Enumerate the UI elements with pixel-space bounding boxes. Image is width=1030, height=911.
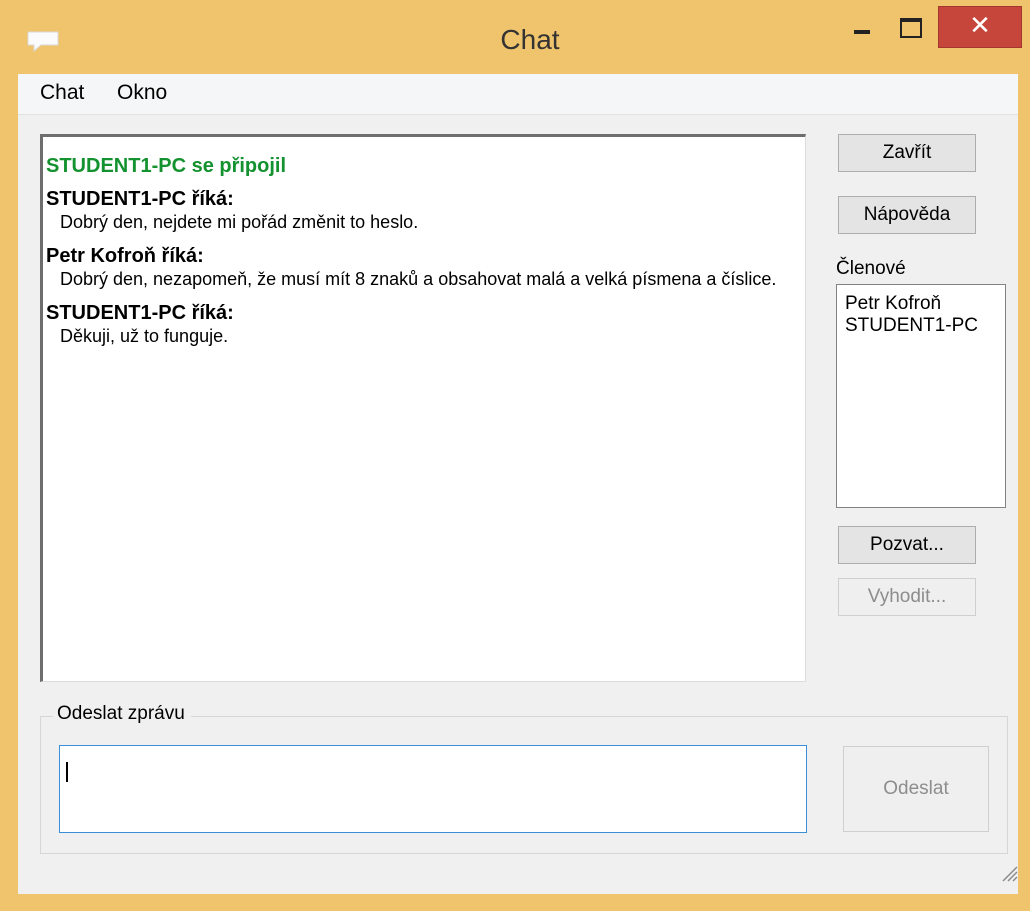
maximize-icon bbox=[900, 18, 922, 38]
menu-chat[interactable]: Chat bbox=[40, 81, 84, 105]
minimize-button[interactable] bbox=[838, 6, 884, 48]
maximize-button[interactable] bbox=[886, 6, 932, 48]
members-list[interactable]: Petr Kofroň STUDENT1-PC bbox=[836, 284, 1006, 508]
chat-message: STUDENT1-PC říká: Děkuji, už to funguje. bbox=[46, 302, 805, 347]
close-icon: ✕ bbox=[969, 11, 991, 41]
message-sender: STUDENT1-PC říká: bbox=[46, 302, 234, 324]
resize-grip-icon[interactable] bbox=[1000, 864, 1018, 882]
message-text: Děkuji, už to funguje. bbox=[60, 326, 229, 346]
send-button[interactable]: Odeslat bbox=[843, 746, 989, 832]
message-sender: STUDENT1-PC říká: bbox=[46, 188, 234, 210]
menu-okno[interactable]: Okno bbox=[117, 81, 167, 105]
chat-message: Petr Kofroň říká: Dobrý den, nezapomeň, … bbox=[46, 245, 805, 290]
chat-log[interactable]: STUDENT1-PC se připojil STUDENT1-PC říká… bbox=[40, 134, 806, 682]
text-caret bbox=[66, 762, 68, 782]
system-message: STUDENT1-PC se připojil bbox=[46, 155, 287, 177]
invite-button[interactable]: Pozvat... bbox=[838, 526, 976, 564]
client-area: Chat Okno STUDENT1-PC se připojil STUDEN… bbox=[18, 74, 1018, 894]
send-message-group: Odeslat zprávu Odeslat bbox=[40, 703, 1008, 854]
kick-button[interactable]: Vyhodit... bbox=[838, 578, 976, 616]
help-button[interactable]: Nápověda bbox=[838, 196, 976, 234]
message-input[interactable] bbox=[59, 745, 807, 833]
close-chat-button[interactable]: Zavřít bbox=[838, 134, 976, 172]
chat-window: Chat ✕ Chat Okno STUDENT1-PC se připojil… bbox=[0, 0, 1030, 911]
message-sender: Petr Kofroň říká: bbox=[46, 245, 204, 267]
message-text: Dobrý den, nejdete mi pořád změnit to he… bbox=[60, 212, 419, 232]
minimize-icon bbox=[854, 30, 870, 34]
menu-bar: Chat Okno bbox=[18, 74, 1018, 115]
send-message-label: Odeslat zprávu bbox=[53, 703, 191, 725]
member-item[interactable]: STUDENT1-PC bbox=[845, 315, 1005, 337]
title-bar[interactable]: Chat ✕ bbox=[0, 0, 1030, 74]
members-label: Členové bbox=[836, 258, 906, 279]
close-window-button[interactable]: ✕ bbox=[938, 6, 1022, 48]
message-text: Dobrý den, nezapomeň, že musí mít 8 znak… bbox=[60, 269, 777, 289]
chat-message: STUDENT1-PC říká: Dobrý den, nejdete mi … bbox=[46, 188, 805, 233]
member-item[interactable]: Petr Kofroň bbox=[845, 293, 1005, 315]
